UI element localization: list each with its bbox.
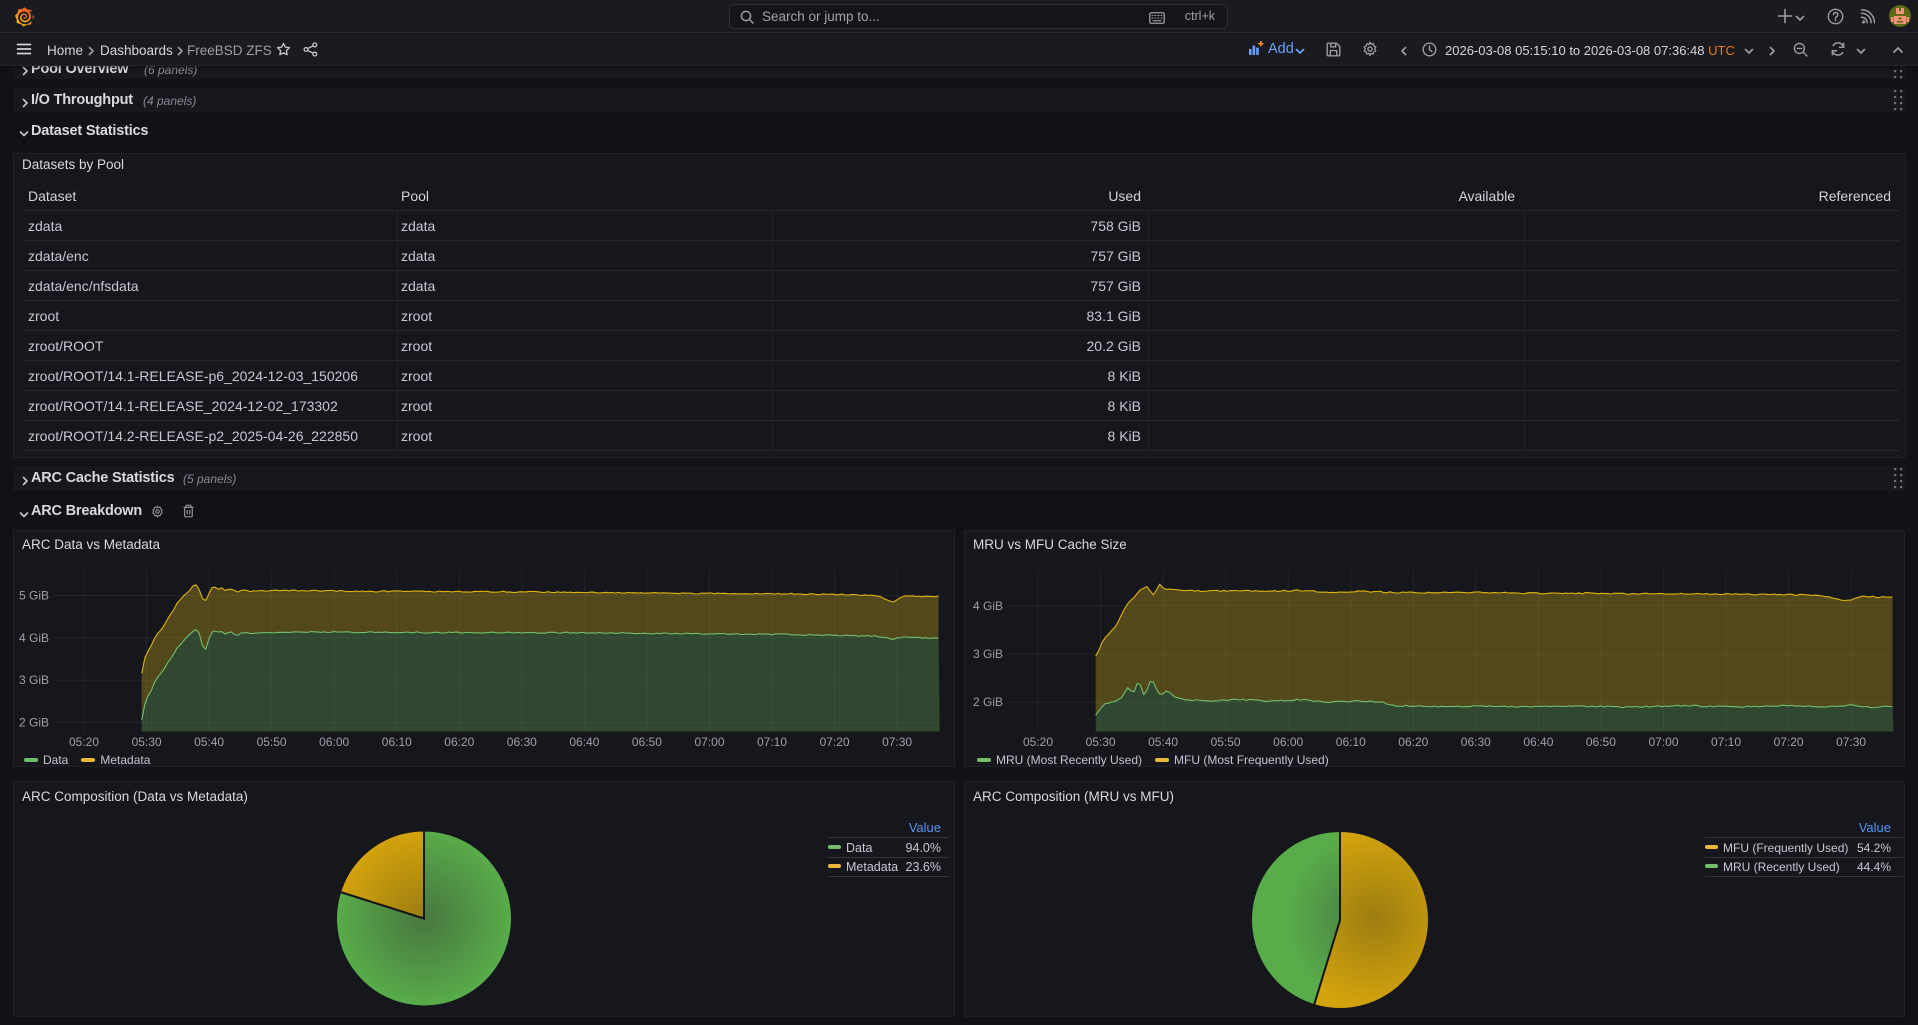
svg-text:06:20: 06:20 <box>1398 735 1428 749</box>
svg-text:07:20: 07:20 <box>1774 735 1804 749</box>
svg-text:06:00: 06:00 <box>1273 735 1303 749</box>
svg-text:06:50: 06:50 <box>632 735 662 749</box>
svg-text:2 GiB: 2 GiB <box>19 715 49 729</box>
svg-text:07:10: 07:10 <box>757 735 787 749</box>
svg-text:05:40: 05:40 <box>1148 735 1178 749</box>
svg-text:05:50: 05:50 <box>1211 735 1241 749</box>
svg-text:05:30: 05:30 <box>132 735 162 749</box>
svg-text:06:50: 06:50 <box>1586 735 1616 749</box>
svg-text:3 GiB: 3 GiB <box>973 647 1003 661</box>
svg-text:07:20: 07:20 <box>820 735 850 749</box>
svg-text:05:20: 05:20 <box>69 735 99 749</box>
svg-text:06:30: 06:30 <box>1461 735 1491 749</box>
svg-text:07:30: 07:30 <box>882 735 912 749</box>
svg-text:05:40: 05:40 <box>194 735 224 749</box>
svg-text:05:30: 05:30 <box>1086 735 1116 749</box>
svg-text:06:40: 06:40 <box>569 735 599 749</box>
svg-text:07:30: 07:30 <box>1836 735 1866 749</box>
svg-text:07:10: 07:10 <box>1711 735 1741 749</box>
svg-text:06:10: 06:10 <box>382 735 412 749</box>
svg-text:05:50: 05:50 <box>257 735 287 749</box>
svg-text:2 GiB: 2 GiB <box>973 695 1003 709</box>
svg-text:4 GiB: 4 GiB <box>973 599 1003 613</box>
svg-text:06:00: 06:00 <box>319 735 349 749</box>
svg-text:07:00: 07:00 <box>1648 735 1678 749</box>
svg-text:3 GiB: 3 GiB <box>19 673 49 687</box>
svg-text:06:40: 06:40 <box>1523 735 1553 749</box>
svg-text:06:10: 06:10 <box>1336 735 1366 749</box>
svg-text:4 GiB: 4 GiB <box>19 631 49 645</box>
svg-text:07:00: 07:00 <box>694 735 724 749</box>
svg-text:06:30: 06:30 <box>507 735 537 749</box>
svg-text:05:20: 05:20 <box>1023 735 1053 749</box>
svg-text:5 GiB: 5 GiB <box>19 589 49 603</box>
svg-text:06:20: 06:20 <box>444 735 474 749</box>
